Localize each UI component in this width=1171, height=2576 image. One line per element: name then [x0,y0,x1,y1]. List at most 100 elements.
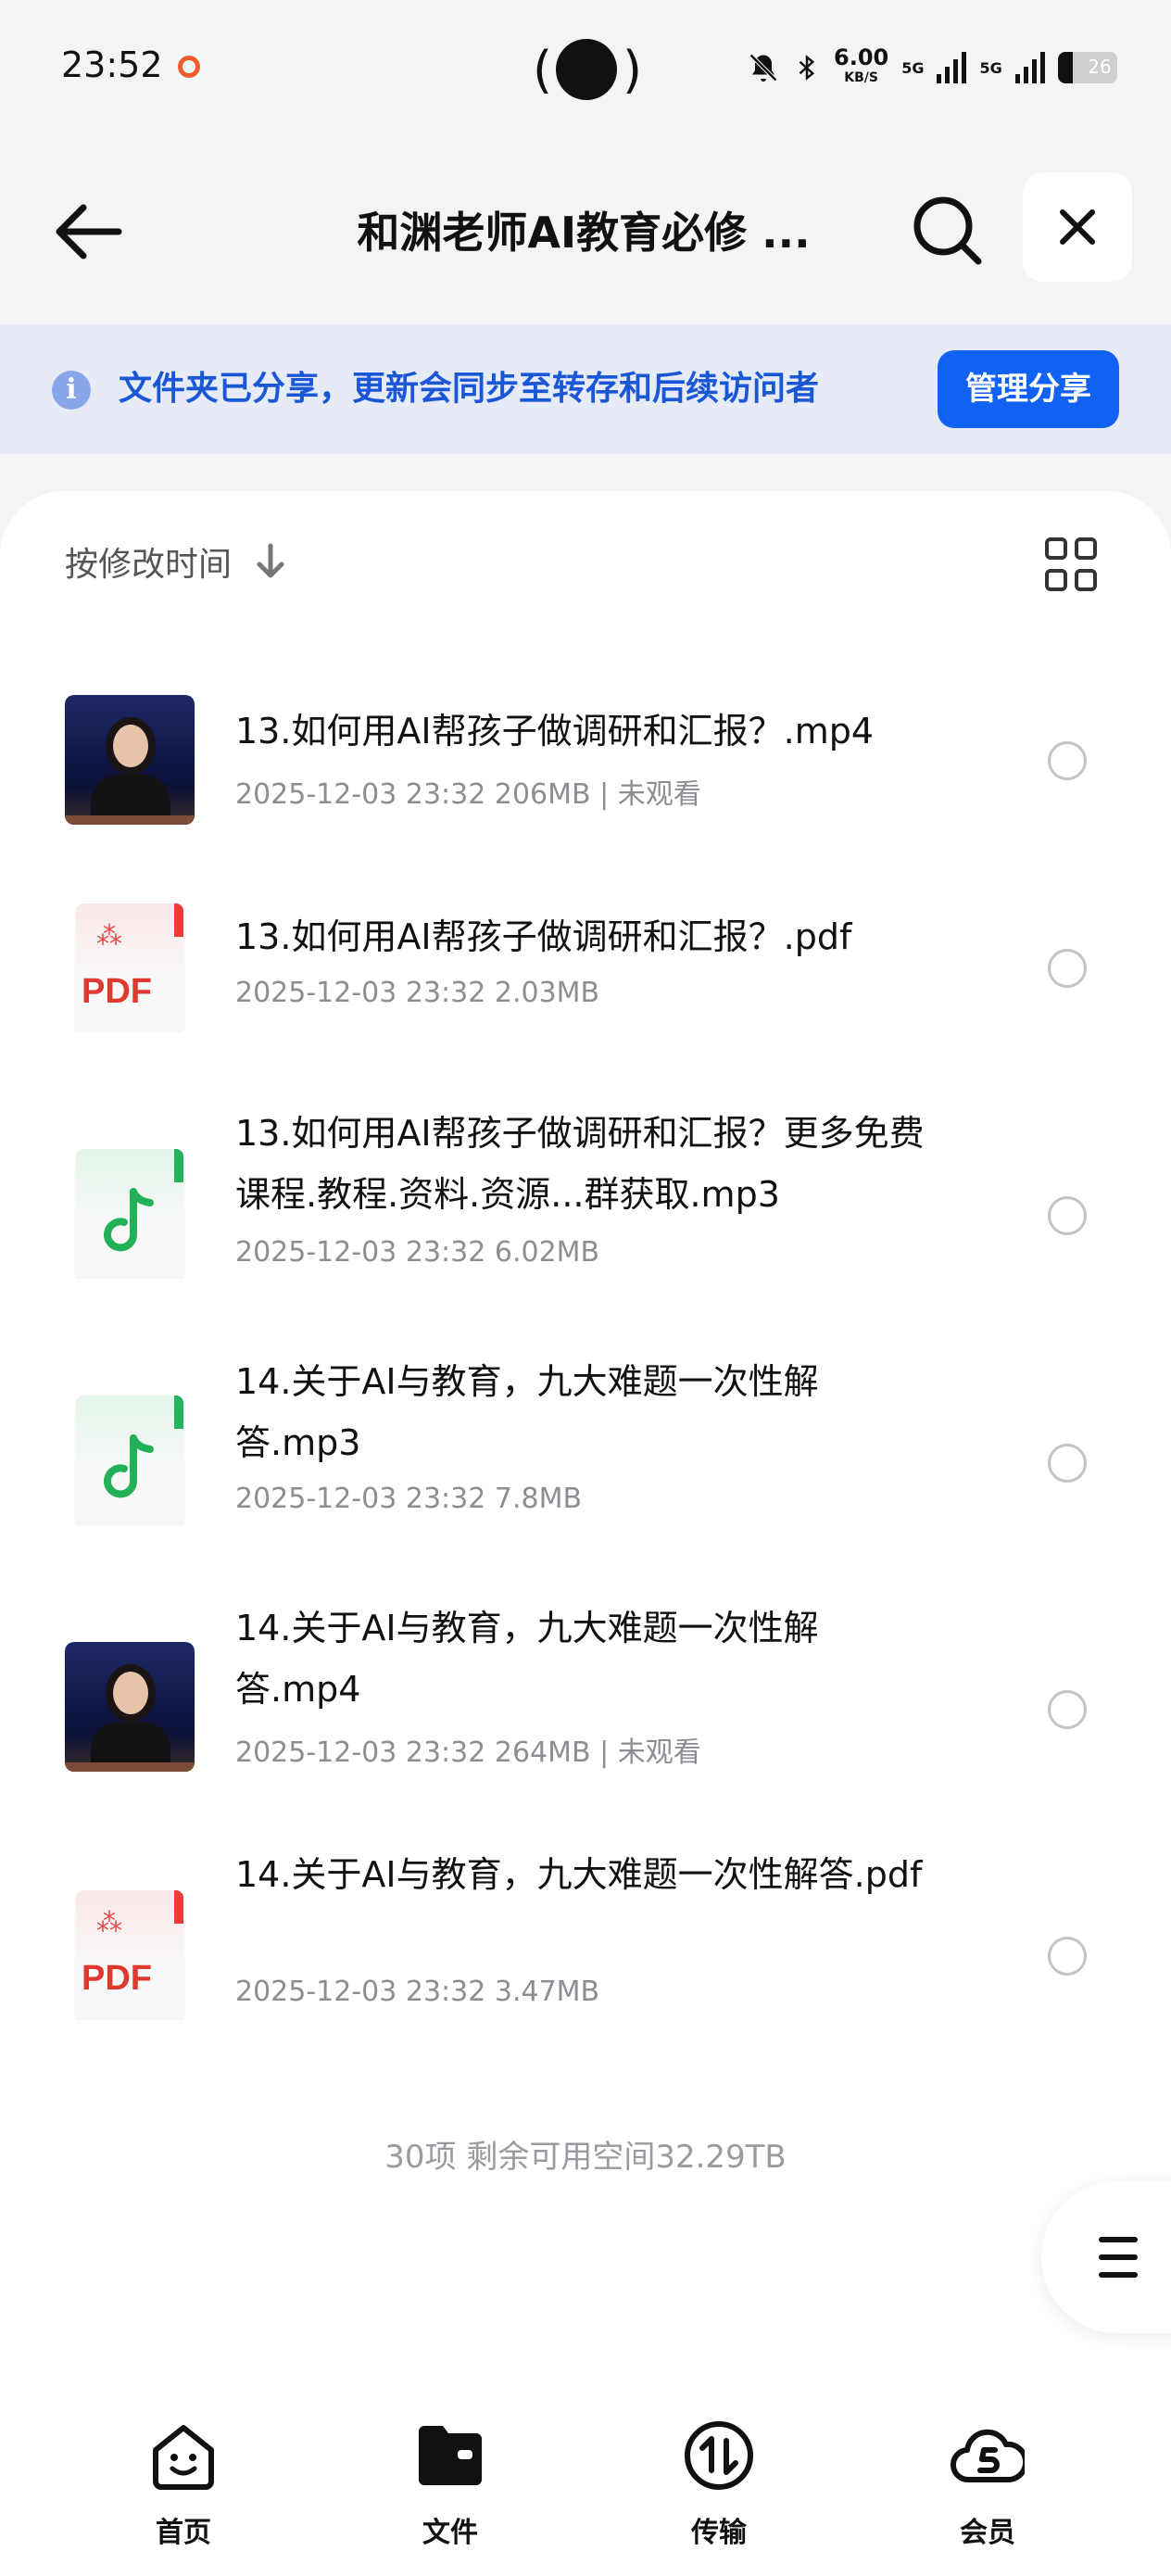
file-meta: 2025-12-03 23:32 3.47MB [235,1976,600,2008]
file-list-card: 按修改时间 13.如何用AI帮孩子做调研和汇报？.mp4 2025-12-03 … [0,491,1171,2391]
presenter-head [106,1664,156,1722]
menu-line [1099,2272,1138,2278]
battery-icon: 26 [1057,52,1117,83]
nav-files-label: 文件 [422,2517,478,2549]
sort-label: 按修改时间 [65,546,233,584]
pdf-file-icon: ⁂ PDF [65,1890,195,2020]
select-radio[interactable] [1048,1690,1087,1729]
file-icon-corner [174,1395,183,1429]
file-name: 14.关于AI与教育，九大难题一次性解答.mp3 [235,1361,819,1463]
file-name: 13.如何用AI帮孩子做调研和汇报？.pdf [235,916,852,957]
arrow-down-icon [257,543,284,578]
file-row[interactable]: ⁂ PDF 13.如何用AI帮孩子做调研和汇报？.pdf 2025-12-03 2… [0,901,1171,1086]
camera-bracket-right: ) [623,41,643,99]
battery-fill [1057,52,1074,83]
grid-cell [1075,569,1097,591]
signal-bars-2-icon [1014,52,1045,83]
grid-cell [1045,537,1067,560]
file-row[interactable]: 13.如何用AI帮孩子做调研和汇报？.mp4 2025-12-03 23:32 … [0,695,1171,880]
transfer-icon [685,2421,753,2490]
battery-level: 26 [1088,56,1112,78]
file-meta: 2025-12-03 23:32 206MB | 未观看 [235,778,701,811]
storage-summary: 30项 剩余可用空间32.29TB [384,2139,787,2176]
signal-bars-icon [937,52,967,83]
app-header: 和渊老师AI教育必修 ... [0,139,1171,324]
sim1-type: 5G [901,58,925,77]
nav-home-label: 首页 [156,2517,211,2549]
file-icon-paper [76,903,183,1033]
video-thumbnail [65,695,195,825]
bottom-nav: 首页 文件 传输 会员 [0,2391,1171,2576]
arrow-left-icon [56,204,122,259]
system-indicators: 6.00 KB/S 5G 5G 26 [747,43,1117,93]
share-banner: i 文件夹已分享，更新会同步至转存和后续访问者 管理分享 [0,324,1171,454]
page-title: 和渊老师AI教育必修 ... [357,208,811,258]
file-name: 13.如何用AI帮孩子做调研和汇报？更多免费课程.教程.资料.资源...群获取.… [235,1113,925,1215]
music-note-icon [104,1188,154,1252]
file-icon-corner [174,1149,183,1182]
grid-view-toggle[interactable] [1045,537,1101,593]
select-radio[interactable] [1048,1444,1087,1483]
nav-files[interactable]: 文件 [385,2418,515,2557]
home-icon [153,2425,214,2490]
nav-vip-label: 会员 [960,2517,1015,2549]
network-speed: 6.00 KB/S [834,44,889,88]
close-icon [1060,209,1095,245]
grid-cell [1075,537,1097,560]
file-row[interactable]: 14.关于AI与教育，九大难题一次性解答.mp4 2025-12-03 23:3… [0,1596,1171,1846]
file-row[interactable]: 14.关于AI与教育，九大难题一次性解答.mp3 2025-12-03 23:3… [0,1349,1171,1599]
acrobat-glyph-icon: ⁂ [96,1907,122,1938]
share-banner-message: 文件夹已分享，更新会同步至转存和后续访问者 [119,370,820,408]
file-meta: 2025-12-03 23:32 7.8MB [235,1483,583,1515]
audio-file-icon [65,1149,195,1279]
bluetooth-icon [799,55,815,81]
search-icon [913,196,982,265]
thumbnail-progress-bar [65,815,195,825]
mute-bell-icon [749,53,778,82]
close-button[interactable] [1023,172,1132,282]
back-button[interactable] [52,195,126,269]
nav-transfer-label: 传输 [691,2517,747,2549]
status-time: 23:52 [61,44,163,85]
audio-file-icon [65,1395,195,1525]
video-thumbnail [65,1642,195,1772]
search-button[interactable] [908,191,988,271]
status-bar: 23:52 ( ) 6.00 KB/S 5G 5G 26 [0,0,1171,139]
file-icon-corner [174,1890,183,1924]
network-speed-value: 6.00 [834,44,889,70]
sort-selector[interactable]: 按修改时间 [65,537,287,586]
select-radio[interactable] [1048,741,1087,780]
manage-share-button[interactable]: 管理分享 [938,350,1119,428]
network-speed-unit: KB/S [844,70,878,85]
file-name: 13.如何用AI帮孩子做调研和汇报？.mp4 [235,711,875,751]
presenter-head [106,717,156,775]
sim2-type: 5G [979,58,1002,77]
file-meta: 2025-12-03 23:32 264MB | 未观看 [235,1736,701,1769]
menu-line [1099,2237,1138,2242]
nav-home[interactable]: 首页 [119,2418,248,2557]
grid-cell [1045,569,1067,591]
select-radio[interactable] [1048,949,1087,988]
file-meta: 2025-12-03 23:32 2.03MB [235,977,600,1009]
file-row[interactable]: ⁂ PDF 14.关于AI与教育，九大难题一次性解答.pdf 2025-12-03… [0,1842,1171,2092]
file-icon-paper [76,1890,183,2020]
recording-indicator-icon [178,56,200,78]
front-camera-icon [556,39,617,100]
music-note-icon [104,1434,154,1498]
thumbnail-progress-bar [65,1762,195,1772]
folder-icon [419,2426,482,2485]
select-radio[interactable] [1048,1196,1087,1235]
vip-cloud-icon [951,2429,1025,2483]
nav-vip[interactable]: 会员 [923,2418,1052,2557]
file-icon-corner [174,903,183,937]
pdf-badge: PDF [82,1959,152,1998]
file-name: 14.关于AI与教育，九大难题一次性解答.mp4 [235,1608,819,1710]
acrobat-glyph-icon: ⁂ [96,920,122,951]
nav-transfer[interactable]: 传输 [654,2418,784,2557]
pdf-badge: PDF [82,972,152,1011]
camera-bracket-left: ( [533,41,553,99]
select-radio[interactable] [1048,1937,1087,1976]
file-row[interactable]: 13.如何用AI帮孩子做调研和汇报？更多免费课程.教程.资料.资源...群获取.… [0,1101,1171,1351]
file-meta: 2025-12-03 23:32 6.02MB [235,1236,600,1269]
pdf-file-icon: ⁂ PDF [65,903,195,1033]
